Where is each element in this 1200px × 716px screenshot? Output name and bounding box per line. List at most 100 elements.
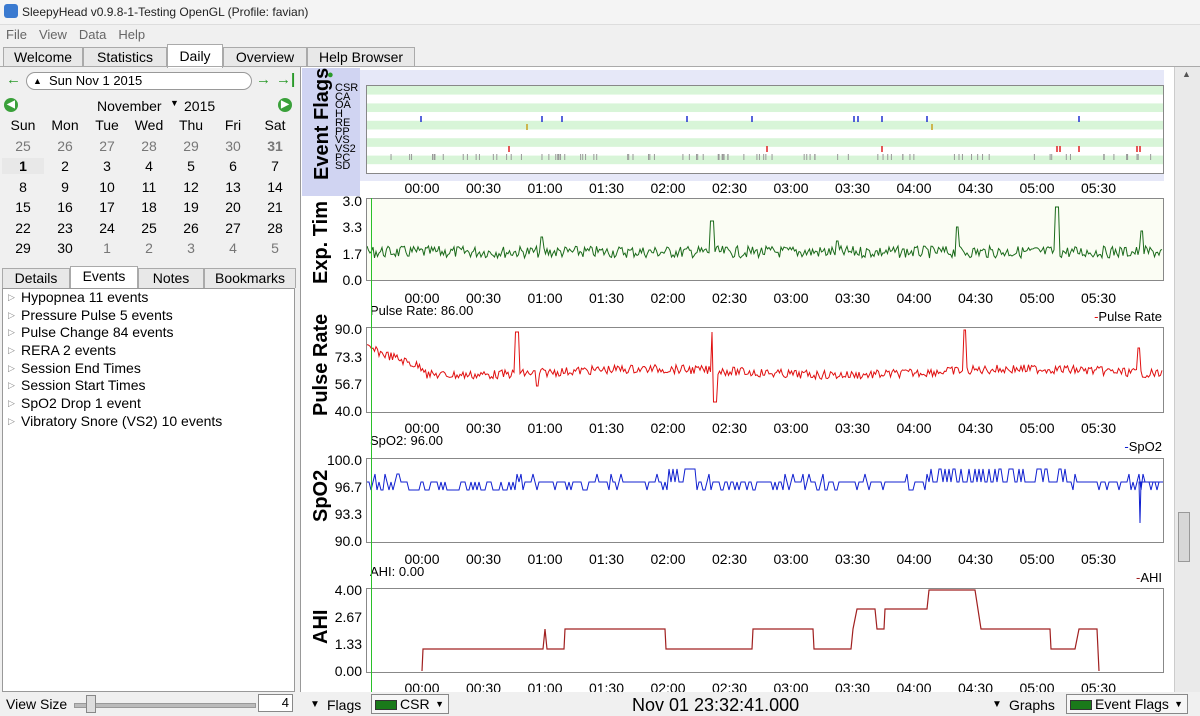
pin-icon[interactable]: ●	[327, 69, 334, 81]
calendar-day[interactable]: 11	[128, 179, 170, 195]
calendar-day[interactable]: 4	[128, 158, 170, 174]
tab-bookmarks[interactable]: Bookmarks	[204, 268, 296, 288]
tab-events[interactable]: Events	[70, 266, 138, 288]
tab-welcome[interactable]: Welcome	[3, 47, 83, 67]
tab-notes[interactable]: Notes	[138, 268, 204, 288]
calendar-day[interactable]: 24	[86, 220, 128, 236]
flags-dropdown-icon[interactable]: ▼	[310, 699, 320, 710]
arrow-last-icon[interactable]: →|	[276, 71, 295, 88]
calendar-day[interactable]: 26	[170, 220, 212, 236]
spo2-plot[interactable]	[366, 458, 1164, 543]
list-item[interactable]: ▷ Hypopnea 11 events	[3, 289, 294, 307]
expand-icon[interactable]: ▷	[8, 377, 15, 395]
calendar-day[interactable]: 17	[86, 199, 128, 215]
expand-icon[interactable]: ▷	[8, 289, 15, 307]
calendar-day[interactable]: 30	[44, 240, 86, 256]
calendar-day[interactable]: 2	[128, 240, 170, 256]
view-size-spinbox[interactable]: 4	[258, 694, 293, 712]
graphs-combo[interactable]: Event Flags ▼	[1066, 694, 1188, 714]
flags-label[interactable]: Flags	[327, 697, 361, 713]
calendar-day[interactable]: 2	[44, 158, 86, 174]
calendar-day[interactable]: 15	[2, 199, 44, 215]
list-item[interactable]: ▷ SpO2 Drop 1 event	[3, 395, 294, 413]
calendar-year[interactable]: 2015	[184, 98, 215, 114]
calendar-day[interactable]: 14	[254, 179, 296, 195]
tab-statistics[interactable]: Statistics	[83, 47, 167, 67]
expand-icon[interactable]: ▷	[8, 307, 15, 325]
arrow-left-icon[interactable]: ←	[6, 71, 21, 88]
next-month-icon[interactable]: ▶	[278, 98, 292, 112]
calendar-day[interactable]: 28	[254, 220, 296, 236]
calendar-month[interactable]: November	[97, 98, 162, 114]
graphs-label[interactable]: Graphs	[1009, 697, 1055, 713]
list-item[interactable]: ▷ RERA 2 events	[3, 342, 294, 360]
tab-daily[interactable]: Daily	[167, 44, 223, 68]
menu-file[interactable]: File	[6, 27, 27, 42]
calendar-day[interactable]: 5	[254, 240, 296, 256]
month-dropdown-icon[interactable]: ▼	[170, 98, 179, 108]
tab-overview[interactable]: Overview	[223, 47, 307, 67]
calendar-day[interactable]: 27	[86, 138, 128, 154]
expand-icon[interactable]: ▷	[8, 395, 15, 413]
calendar-day[interactable]: 3	[170, 240, 212, 256]
menu-view[interactable]: View	[39, 27, 67, 42]
exp-time-plot[interactable]	[366, 198, 1164, 281]
calendar-day[interactable]: 29	[2, 240, 44, 256]
graph-scrollbar[interactable]: ▲	[1174, 67, 1200, 692]
calendar-day[interactable]: 30	[212, 138, 254, 154]
expand-icon[interactable]: ▷	[8, 324, 15, 342]
scroll-up-icon[interactable]: ▲	[1182, 69, 1191, 79]
tab-details[interactable]: Details	[2, 268, 70, 288]
scrollbar-thumb[interactable]	[1178, 512, 1190, 562]
event-flags-plot[interactable]	[366, 85, 1164, 174]
list-item[interactable]: ▷ Session End Times	[3, 360, 294, 378]
calendar-day[interactable]: 12	[170, 179, 212, 195]
expand-icon[interactable]: ▷	[8, 342, 15, 360]
calendar-day[interactable]: 13	[212, 179, 254, 195]
ahi-plot[interactable]	[366, 588, 1164, 673]
calendar-day[interactable]: 29	[170, 138, 212, 154]
calendar-day[interactable]: 25	[2, 138, 44, 154]
calendar-day[interactable]: 28	[128, 138, 170, 154]
arrow-right-icon[interactable]: →	[256, 71, 271, 88]
calendar-day[interactable]: 26	[44, 138, 86, 154]
view-size-slider-thumb[interactable]	[86, 695, 96, 713]
calendar-day[interactable]: 21	[254, 199, 296, 215]
list-item[interactable]: ▷ Vibratory Snore (VS2) 10 events	[3, 413, 294, 431]
calendar-day[interactable]: 20	[212, 199, 254, 215]
calendar-day[interactable]: 16	[44, 199, 86, 215]
prev-month-icon[interactable]: ◀	[4, 98, 18, 112]
calendar-day[interactable]: 4	[212, 240, 254, 256]
calendar-day[interactable]: 31	[254, 138, 296, 154]
calendar-day[interactable]: 10	[86, 179, 128, 195]
calendar-day[interactable]: 8	[2, 179, 44, 195]
calendar-day[interactable]: 1	[86, 240, 128, 256]
date-picker[interactable]: ▲ Sun Nov 1 2015	[26, 72, 252, 90]
calendar-day[interactable]: 5	[170, 158, 212, 174]
calendar-day[interactable]: 25	[128, 220, 170, 236]
calendar-day[interactable]: 6	[212, 158, 254, 174]
calendar-day[interactable]: 27	[212, 220, 254, 236]
view-size-slider[interactable]	[74, 703, 256, 708]
pulse-plot[interactable]	[366, 327, 1164, 413]
list-item[interactable]: ▷ Session Start Times	[3, 377, 294, 395]
tab-help-browser[interactable]: Help Browser	[307, 47, 415, 67]
calendar-day-selected[interactable]: 1	[2, 158, 44, 174]
graphs-dropdown-icon[interactable]: ▼	[992, 699, 1002, 710]
expand-icon[interactable]: ▷	[8, 413, 15, 431]
calendar-day[interactable]: 23	[44, 220, 86, 236]
list-item[interactable]: ▷ Pressure Pulse 5 events	[3, 307, 294, 325]
calendar-day[interactable]: 7	[254, 158, 296, 174]
list-item[interactable]: ▷ Pulse Change 84 events	[3, 324, 294, 342]
menu-help[interactable]: Help	[118, 27, 145, 42]
calendar-day[interactable]: 18	[128, 199, 170, 215]
expand-icon[interactable]: ▷	[8, 360, 15, 378]
calendar-day[interactable]: 19	[170, 199, 212, 215]
x-tick: 02:30	[711, 180, 748, 196]
flags-combo[interactable]: CSR ▼	[371, 694, 449, 714]
calendar-day[interactable]: 3	[86, 158, 128, 174]
calendar-day[interactable]: 22	[2, 220, 44, 236]
menu-data[interactable]: Data	[79, 27, 106, 42]
calendar-day[interactable]: 9	[44, 179, 86, 195]
ahi-readout: AHI: 0.00	[370, 564, 425, 579]
